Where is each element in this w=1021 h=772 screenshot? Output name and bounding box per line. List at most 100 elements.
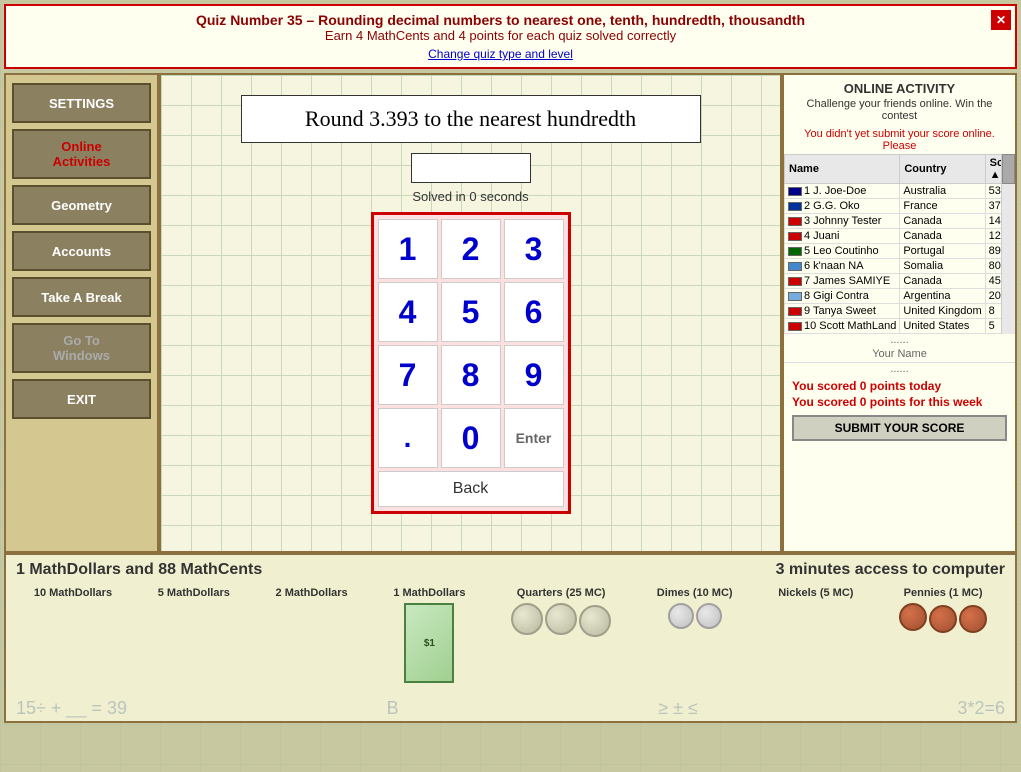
lb-name: 10 Scott MathLand [785,319,900,334]
leaderboard-table-wrap: Name Country Score ▲ 1 J. Joe-Doe Austra… [784,154,1001,334]
windows-button[interactable]: Go ToWindows [12,323,151,373]
quiz-area: Round 3.393 to the nearest hundredth Sol… [159,73,782,553]
your-name-row: Your Name [784,346,1015,363]
math-deco-2: B [387,698,399,719]
main-layout: SETTINGS OnlineActivities Geometry Accou… [4,73,1017,553]
lb-country: United Kingdom [900,304,985,319]
lb-country: Australia [900,184,985,199]
lb-name: 2 G.G. Oko [785,199,900,214]
coin-label-10: 10 MathDollars [34,587,112,599]
coin-group-quarter: Quarters (25 MC) [511,587,611,637]
accounts-button[interactable]: Accounts [12,231,151,271]
online-label: OnlineActivities [53,139,111,169]
numpad-3[interactable]: 3 [504,219,564,279]
coin-label-2: 2 MathDollars [276,587,348,599]
online-activities-button[interactable]: OnlineActivities [12,129,151,179]
flag-icon [788,232,802,241]
numpad-8[interactable]: 8 [441,345,501,405]
lb-name: 8 Gigi Contra [785,289,900,304]
coin-label-penny: Pennies (1 MC) [904,587,983,599]
geometry-button[interactable]: Geometry [12,185,151,225]
answer-input[interactable] [411,153,531,183]
leaderboard-wrapper: Name Country Score ▲ 1 J. Joe-Doe Austra… [784,154,1015,334]
change-quiz-link[interactable]: Change quiz type and level [16,47,985,61]
numpad-enter[interactable]: Enter [504,408,564,468]
numpad-dot[interactable]: . [378,408,438,468]
quarter-coin-2 [545,603,577,635]
dime-coins [668,603,722,629]
coin-group-penny: Pennies (1 MC) [899,587,987,633]
bottom-bar: 1 MathDollars and 88 MathCents 3 minutes… [4,553,1017,723]
break-button[interactable]: Take A Break [12,277,151,317]
money-row: 1 MathDollars and 88 MathCents 3 minutes… [16,561,1005,579]
lb-score: 532 [985,184,1001,199]
col-name: Name [785,155,900,184]
lb-score: 20 [985,289,1001,304]
dime-coin-1 [668,603,694,629]
numpad-9[interactable]: 9 [504,345,564,405]
dime-coin-2 [696,603,722,629]
dots-above: ...... [784,334,1015,346]
penny-coin-1 [899,603,927,631]
lb-country: Somalia [900,259,985,274]
coin-group-2: 2 MathDollars [276,587,348,599]
leaderboard-scrollbar[interactable] [1001,154,1015,334]
flag-icon [788,262,802,271]
coin-label-5: 5 MathDollars [158,587,230,599]
close-button[interactable]: ✕ [991,10,1011,30]
lb-score: 5 [985,319,1001,334]
table-row: 10 Scott MathLand United States 5 [785,319,1002,334]
numpad-7[interactable]: 7 [378,345,438,405]
lb-score: 8 [985,304,1001,319]
flag-icon [788,217,802,226]
lb-name: 3 Johnny Tester [785,214,900,229]
numpad-6[interactable]: 6 [504,282,564,342]
exit-button[interactable]: EXIT [12,379,151,419]
windows-label: Go ToWindows [53,333,110,363]
leaderboard-table: Name Country Score ▲ 1 J. Joe-Doe Austra… [784,154,1001,334]
dots-below: ...... [784,363,1015,375]
online-activity-subtitle: Challenge your friends online. Win the c… [784,98,1015,126]
table-row: 7 James SAMIYE Canada 45 [785,274,1002,289]
numpad-4[interactable]: 4 [378,282,438,342]
header: ✕ Quiz Number 35 – Rounding decimal numb… [4,4,1017,69]
lb-country: Portugal [900,244,985,259]
table-row: 4 Juani Canada 120 [785,229,1002,244]
flag-icon [788,292,802,301]
lb-score: 145 [985,214,1001,229]
lb-country: Canada [900,229,985,244]
online-activity-title: ONLINE ACTIVITY [784,75,1015,98]
quarter-coin-3 [579,605,611,637]
lb-name: 1 J. Joe-Doe [785,184,900,199]
settings-button[interactable]: SETTINGS [12,83,151,123]
flag-icon [788,202,802,211]
numpad-5[interactable]: 5 [441,282,501,342]
flag-icon [788,277,802,286]
money-text: 1 MathDollars and 88 MathCents [16,561,262,579]
quarter-coin-1 [511,603,543,635]
solved-text: Solved in 0 seconds [412,189,528,204]
coin-label-dime: Dimes (10 MC) [657,587,733,599]
back-button[interactable]: Back [378,471,564,507]
flag-icon [788,187,802,196]
numpad-2[interactable]: 2 [441,219,501,279]
quiz-title: Quiz Number 35 – Rounding decimal number… [16,12,985,28]
penny-coin-2 [929,605,957,633]
scrollbar-thumb[interactable] [1002,154,1015,184]
numpad-0[interactable]: 0 [441,408,501,468]
quarter-coins [511,603,611,637]
penny-coin-3 [959,605,987,633]
score-section: You scored 0 points today You scored 0 p… [784,375,1015,445]
lb-score: 120 [985,229,1001,244]
table-row: 8 Gigi Contra Argentina 20 [785,289,1002,304]
coin-group-5: 5 MathDollars [158,587,230,599]
flag-icon [788,322,802,331]
lb-country: France [900,199,985,214]
lb-score: 80 [985,259,1001,274]
col-country: Country [900,155,985,184]
quiz-subtitle: Earn 4 MathCents and 4 points for each q… [16,28,985,43]
table-row: 2 G.G. Oko France 372 [785,199,1002,214]
submit-score-button[interactable]: SUBMIT YOUR SCORE [792,415,1007,441]
numpad-1[interactable]: 1 [378,219,438,279]
coin-group-10: 10 MathDollars [34,587,112,599]
